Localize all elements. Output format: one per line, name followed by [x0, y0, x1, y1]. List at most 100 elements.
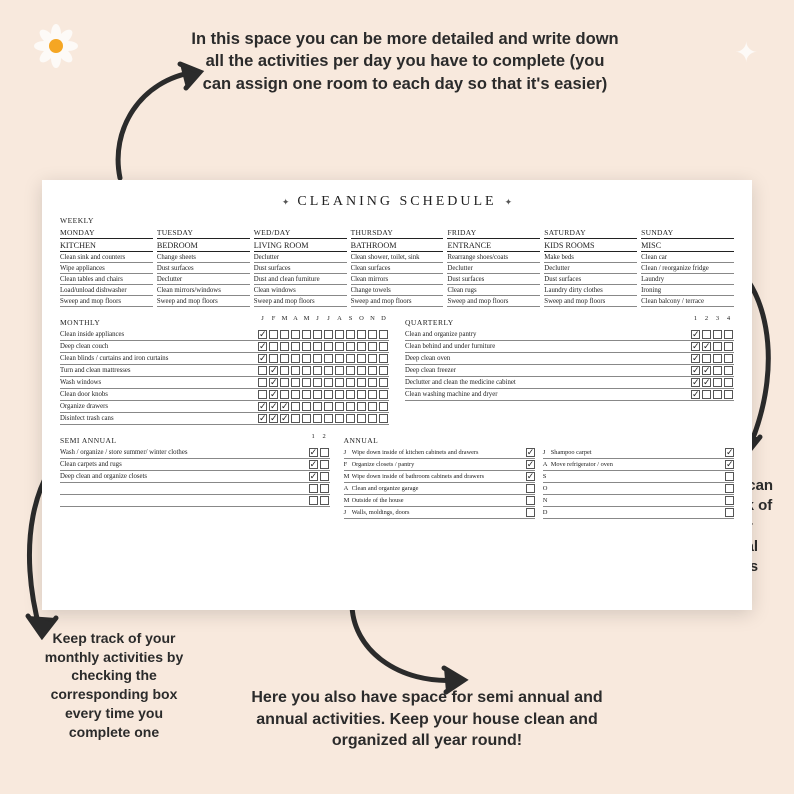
checkbox[interactable]: [313, 330, 322, 339]
checkbox[interactable]: [313, 390, 322, 399]
checkbox[interactable]: [691, 330, 700, 339]
checkbox[interactable]: [346, 402, 355, 411]
checkbox[interactable]: [368, 354, 377, 363]
checkbox[interactable]: [368, 414, 377, 423]
checkbox[interactable]: [280, 390, 289, 399]
checkbox[interactable]: [713, 366, 722, 375]
checkbox[interactable]: [346, 414, 355, 423]
checkbox[interactable]: [346, 330, 355, 339]
checkbox[interactable]: [335, 330, 344, 339]
checkbox[interactable]: [269, 378, 278, 387]
checkbox[interactable]: [357, 342, 366, 351]
checkbox[interactable]: [320, 484, 329, 493]
checkbox[interactable]: [280, 402, 289, 411]
checkbox[interactable]: [291, 402, 300, 411]
checkbox[interactable]: [324, 330, 333, 339]
checkbox[interactable]: [724, 378, 733, 387]
checkbox[interactable]: [302, 354, 311, 363]
checkbox[interactable]: [302, 366, 311, 375]
checkbox[interactable]: [335, 354, 344, 363]
checkbox[interactable]: [302, 342, 311, 351]
checkbox[interactable]: [269, 342, 278, 351]
checkbox[interactable]: [702, 390, 711, 399]
checkbox[interactable]: [309, 496, 318, 505]
checkbox[interactable]: [335, 414, 344, 423]
checkbox[interactable]: [269, 354, 278, 363]
checkbox[interactable]: [357, 390, 366, 399]
checkbox[interactable]: [324, 366, 333, 375]
checkbox[interactable]: [313, 414, 322, 423]
checkbox[interactable]: [302, 402, 311, 411]
checkbox[interactable]: [291, 342, 300, 351]
checkbox[interactable]: [379, 366, 388, 375]
checkbox[interactable]: [691, 390, 700, 399]
checkbox[interactable]: [302, 390, 311, 399]
checkbox[interactable]: [269, 390, 278, 399]
checkbox[interactable]: [269, 414, 278, 423]
checkbox[interactable]: [346, 378, 355, 387]
checkbox[interactable]: [691, 366, 700, 375]
checkbox[interactable]: [368, 390, 377, 399]
checkbox[interactable]: [357, 366, 366, 375]
checkbox[interactable]: [379, 354, 388, 363]
checkbox[interactable]: [269, 402, 278, 411]
checkbox[interactable]: [313, 366, 322, 375]
checkbox[interactable]: [258, 342, 267, 351]
checkbox[interactable]: [713, 354, 722, 363]
checkbox[interactable]: [702, 342, 711, 351]
checkbox[interactable]: [724, 390, 733, 399]
checkbox[interactable]: [724, 342, 733, 351]
checkbox[interactable]: [291, 378, 300, 387]
checkbox[interactable]: [291, 390, 300, 399]
checkbox[interactable]: [713, 342, 722, 351]
checkbox[interactable]: [258, 378, 267, 387]
checkbox[interactable]: [258, 354, 267, 363]
checkbox[interactable]: [280, 354, 289, 363]
checkbox[interactable]: [313, 378, 322, 387]
checkbox[interactable]: [346, 342, 355, 351]
checkbox[interactable]: [291, 330, 300, 339]
checkbox[interactable]: [280, 378, 289, 387]
checkbox[interactable]: [320, 472, 329, 481]
checkbox[interactable]: [379, 342, 388, 351]
checkbox[interactable]: [691, 354, 700, 363]
checkbox[interactable]: [291, 354, 300, 363]
checkbox[interactable]: [702, 378, 711, 387]
checkbox[interactable]: [313, 354, 322, 363]
checkbox[interactable]: [725, 448, 734, 457]
checkbox[interactable]: [379, 330, 388, 339]
checkbox[interactable]: [526, 460, 535, 469]
checkbox[interactable]: [725, 460, 734, 469]
checkbox[interactable]: [713, 378, 722, 387]
checkbox[interactable]: [725, 508, 734, 517]
checkbox[interactable]: [324, 342, 333, 351]
checkbox[interactable]: [713, 330, 722, 339]
checkbox[interactable]: [526, 484, 535, 493]
checkbox[interactable]: [320, 448, 329, 457]
checkbox[interactable]: [313, 402, 322, 411]
checkbox[interactable]: [357, 378, 366, 387]
checkbox[interactable]: [302, 414, 311, 423]
checkbox[interactable]: [724, 354, 733, 363]
checkbox[interactable]: [258, 390, 267, 399]
checkbox[interactable]: [309, 484, 318, 493]
checkbox[interactable]: [269, 330, 278, 339]
checkbox[interactable]: [691, 378, 700, 387]
checkbox[interactable]: [368, 342, 377, 351]
checkbox[interactable]: [702, 330, 711, 339]
checkbox[interactable]: [258, 366, 267, 375]
checkbox[interactable]: [320, 496, 329, 505]
checkbox[interactable]: [291, 414, 300, 423]
checkbox[interactable]: [302, 330, 311, 339]
checkbox[interactable]: [368, 402, 377, 411]
checkbox[interactable]: [291, 366, 300, 375]
checkbox[interactable]: [324, 414, 333, 423]
checkbox[interactable]: [335, 390, 344, 399]
checkbox[interactable]: [280, 342, 289, 351]
checkbox[interactable]: [357, 402, 366, 411]
checkbox[interactable]: [368, 378, 377, 387]
checkbox[interactable]: [691, 342, 700, 351]
checkbox[interactable]: [258, 414, 267, 423]
checkbox[interactable]: [335, 366, 344, 375]
checkbox[interactable]: [324, 390, 333, 399]
